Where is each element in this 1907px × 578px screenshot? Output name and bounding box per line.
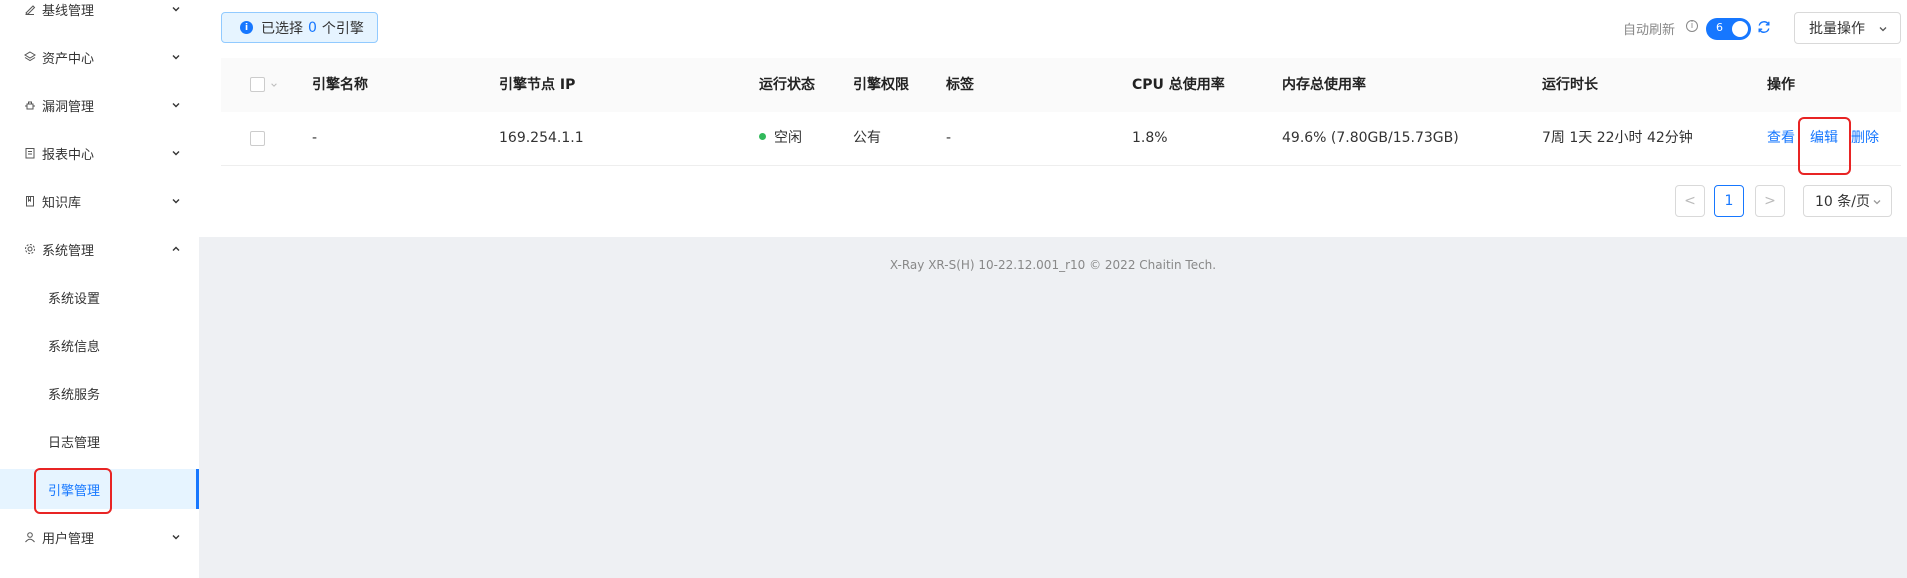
bug-icon xyxy=(24,99,36,111)
toggle-knob xyxy=(1732,21,1748,37)
column-header-cpu: CPU 总使用率 xyxy=(1132,77,1225,93)
column-header-tag: 标签 xyxy=(946,77,974,93)
refresh-icon[interactable] xyxy=(1756,19,1772,35)
chevron-down-icon xyxy=(172,7,180,12)
cell-tag: - xyxy=(946,130,952,146)
cell-uptime: 7周 1天 22小时 42分钟 xyxy=(1542,130,1693,146)
page-size-select[interactable]: 10 条/页 xyxy=(1803,185,1892,217)
auto-refresh-label: 自动刷新 xyxy=(1623,23,1676,38)
delete-link[interactable]: 删除 xyxy=(1851,112,1879,165)
chevron-down-icon xyxy=(1873,200,1881,205)
cell-memory: 49.6% (7.80GB/15.73GB) xyxy=(1282,130,1459,146)
view-link[interactable]: 查看 xyxy=(1767,112,1795,165)
info-icon: i xyxy=(240,21,253,34)
sidebar-item-knowledge[interactable]: 知识库 xyxy=(0,181,199,221)
chevron-down-icon xyxy=(172,151,180,156)
sidebar-item-vulnerabilities[interactable]: 漏洞管理 xyxy=(0,85,199,125)
sidebar-item-reports[interactable]: 报表中心 xyxy=(0,133,199,173)
report-icon xyxy=(24,147,36,159)
column-header-actions: 操作 xyxy=(1767,77,1795,93)
edit-link[interactable]: 编辑 xyxy=(1810,112,1838,165)
footer-copyright: X-Ray XR-S(H) 10-22.12.001_r10 © 2022 Ch… xyxy=(889,258,1217,272)
chevron-down-icon xyxy=(172,535,180,540)
column-header-uptime: 运行时长 xyxy=(1542,77,1598,93)
column-header-name: 引擎名称 xyxy=(312,77,368,93)
row-checkbox[interactable] xyxy=(250,131,265,146)
next-page-button[interactable]: > xyxy=(1755,185,1785,217)
column-header-permission: 引擎权限 xyxy=(853,77,909,93)
status-dot xyxy=(759,132,766,140)
prev-page-button[interactable]: < xyxy=(1675,185,1705,217)
help-icon: i xyxy=(1686,20,1698,32)
sidebar-subitem-system-services[interactable]: 系统服务 xyxy=(0,373,199,413)
sidebar-item-system[interactable]: 系统管理 xyxy=(0,229,199,269)
auto-refresh-interval: 6 xyxy=(1716,21,1723,34)
cell-name: - xyxy=(312,130,318,146)
sidebar-subitem-system-settings[interactable]: 系统设置 xyxy=(0,277,199,317)
book-icon xyxy=(24,195,36,207)
sidebar-subitem-engines[interactable]: 引擎管理 xyxy=(0,469,199,509)
sidebar: 基线管理 资产中心 漏洞管理 报表中心 知识库 系统管理 系统设置 系统信息 系… xyxy=(0,0,199,578)
chevron-down-icon xyxy=(172,199,180,204)
layers-icon xyxy=(24,51,36,63)
baseline-icon xyxy=(24,3,36,15)
page-1-button[interactable]: 1 xyxy=(1714,185,1744,217)
cell-permission: 公有 xyxy=(853,130,881,146)
auto-refresh-toggle[interactable]: 6 xyxy=(1706,18,1751,40)
table-row: - 169.254.1.1 空闲 公有 - 1.8% 49.6% (7.80GB… xyxy=(221,112,1901,166)
sidebar-item-assets[interactable]: 资产中心 xyxy=(0,37,199,77)
cell-cpu: 1.8% xyxy=(1132,130,1168,146)
sidebar-subitem-logs[interactable]: 日志管理 xyxy=(0,421,199,461)
selection-count: 0 xyxy=(308,19,317,36)
column-header-ip: 引擎节点 IP xyxy=(499,77,576,93)
cell-ip: 169.254.1.1 xyxy=(499,130,584,146)
sidebar-subitem-system-info[interactable]: 系统信息 xyxy=(0,325,199,365)
select-all-checkbox[interactable] xyxy=(250,77,265,92)
sidebar-item-baseline[interactable]: 基线管理 xyxy=(0,0,199,29)
sidebar-item-users[interactable]: 用户管理 xyxy=(0,517,199,557)
chevron-down-icon xyxy=(172,55,180,60)
user-icon xyxy=(24,531,36,543)
cell-status: 空闲 xyxy=(759,112,802,165)
column-header-status: 运行状态 xyxy=(759,77,815,93)
column-header-memory: 内存总使用率 xyxy=(1282,77,1366,93)
chevron-down-icon xyxy=(172,103,180,108)
chevron-up-icon xyxy=(172,246,180,251)
gear-icon xyxy=(24,243,36,255)
table-header: 引擎名称 引擎节点 IP 运行状态 引擎权限 标签 CPU 总使用率 内存总使用… xyxy=(221,58,1901,113)
chevron-down-icon[interactable] xyxy=(270,81,278,89)
batch-actions-button[interactable]: 批量操作 xyxy=(1794,12,1901,44)
chevron-down-icon xyxy=(1879,27,1887,32)
selection-indicator: i 已选择 0 个引擎 xyxy=(221,12,378,43)
